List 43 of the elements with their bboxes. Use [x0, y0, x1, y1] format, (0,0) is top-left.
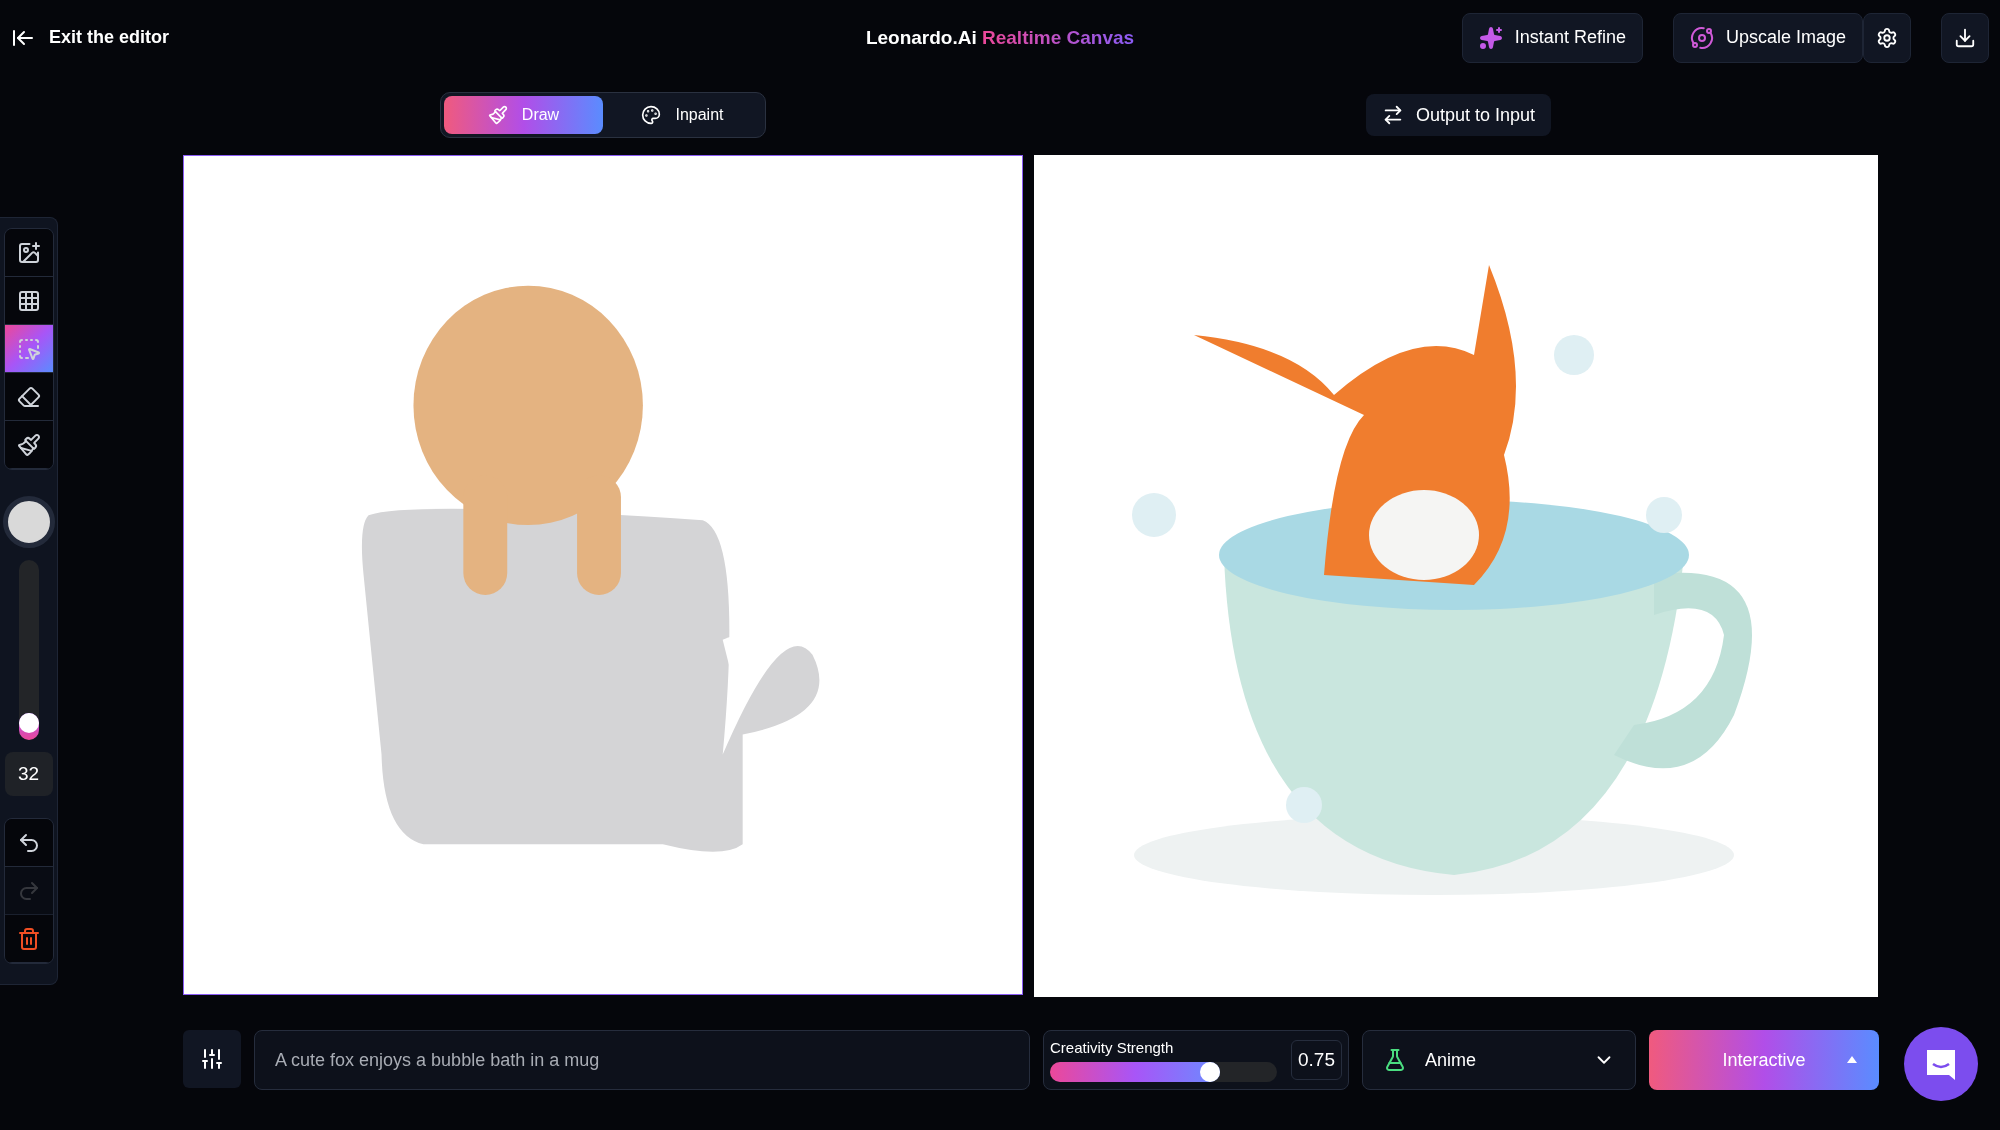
brush-icon [487, 105, 508, 125]
slider-thumb[interactable] [1200, 1061, 1221, 1082]
image-plus-icon [16, 240, 41, 265]
upscale-button[interactable]: Upscale Image [1672, 12, 1863, 63]
output-to-input-button[interactable]: Output to Input [1366, 94, 1552, 136]
paintbrush-icon [16, 432, 41, 457]
settings-button[interactable] [183, 1030, 241, 1088]
size-slider[interactable] [18, 560, 39, 740]
color-swatch[interactable] [2, 496, 55, 548]
palette-icon [641, 105, 662, 125]
swap-icon [1382, 104, 1404, 126]
style-dropdown[interactable]: Anime [1362, 1030, 1636, 1090]
download-icon [1954, 26, 1976, 49]
sliders-icon [200, 1047, 224, 1071]
generate-button[interactable]: Interactive [1649, 1030, 1879, 1090]
tool-button[interactable] [4, 421, 53, 469]
caret-icon [1847, 1056, 1857, 1063]
flask-icon [1383, 1048, 1407, 1072]
tool-button[interactable] [4, 373, 53, 421]
creativity-value: 0.75 [1291, 1040, 1342, 1080]
tool-button[interactable] [4, 229, 53, 277]
brush-size-value: 32 [4, 752, 53, 796]
undo-button[interactable] [4, 819, 53, 867]
gear-icon [1876, 26, 1898, 49]
creativity-slider[interactable] [1050, 1061, 1277, 1082]
eraser-icon [16, 384, 41, 409]
delete-button[interactable] [4, 915, 53, 963]
exit-link[interactable]: Exit the editor [11, 25, 866, 50]
prompt-field[interactable]: A cute fox enjoys a bubble bath in a mug [254, 1030, 1030, 1090]
refine-button[interactable]: Instant Refine [1461, 12, 1643, 63]
mode-tab[interactable]: Draw [444, 96, 603, 134]
selection-icon [16, 336, 41, 361]
orbit-icon [1689, 25, 1714, 50]
mode-tab[interactable]: Inpaint [603, 96, 762, 134]
slider-thumb[interactable] [18, 713, 39, 733]
tool-button[interactable] [4, 277, 53, 325]
creativity-label: Creativity Strength [1050, 1038, 1175, 1056]
trash-icon [16, 926, 41, 951]
settings-button[interactable] [1863, 12, 1911, 63]
sparkle-icon [1478, 25, 1503, 50]
download-button[interactable] [1941, 12, 1989, 63]
grid-icon [16, 288, 41, 313]
tool-button[interactable] [4, 325, 53, 373]
